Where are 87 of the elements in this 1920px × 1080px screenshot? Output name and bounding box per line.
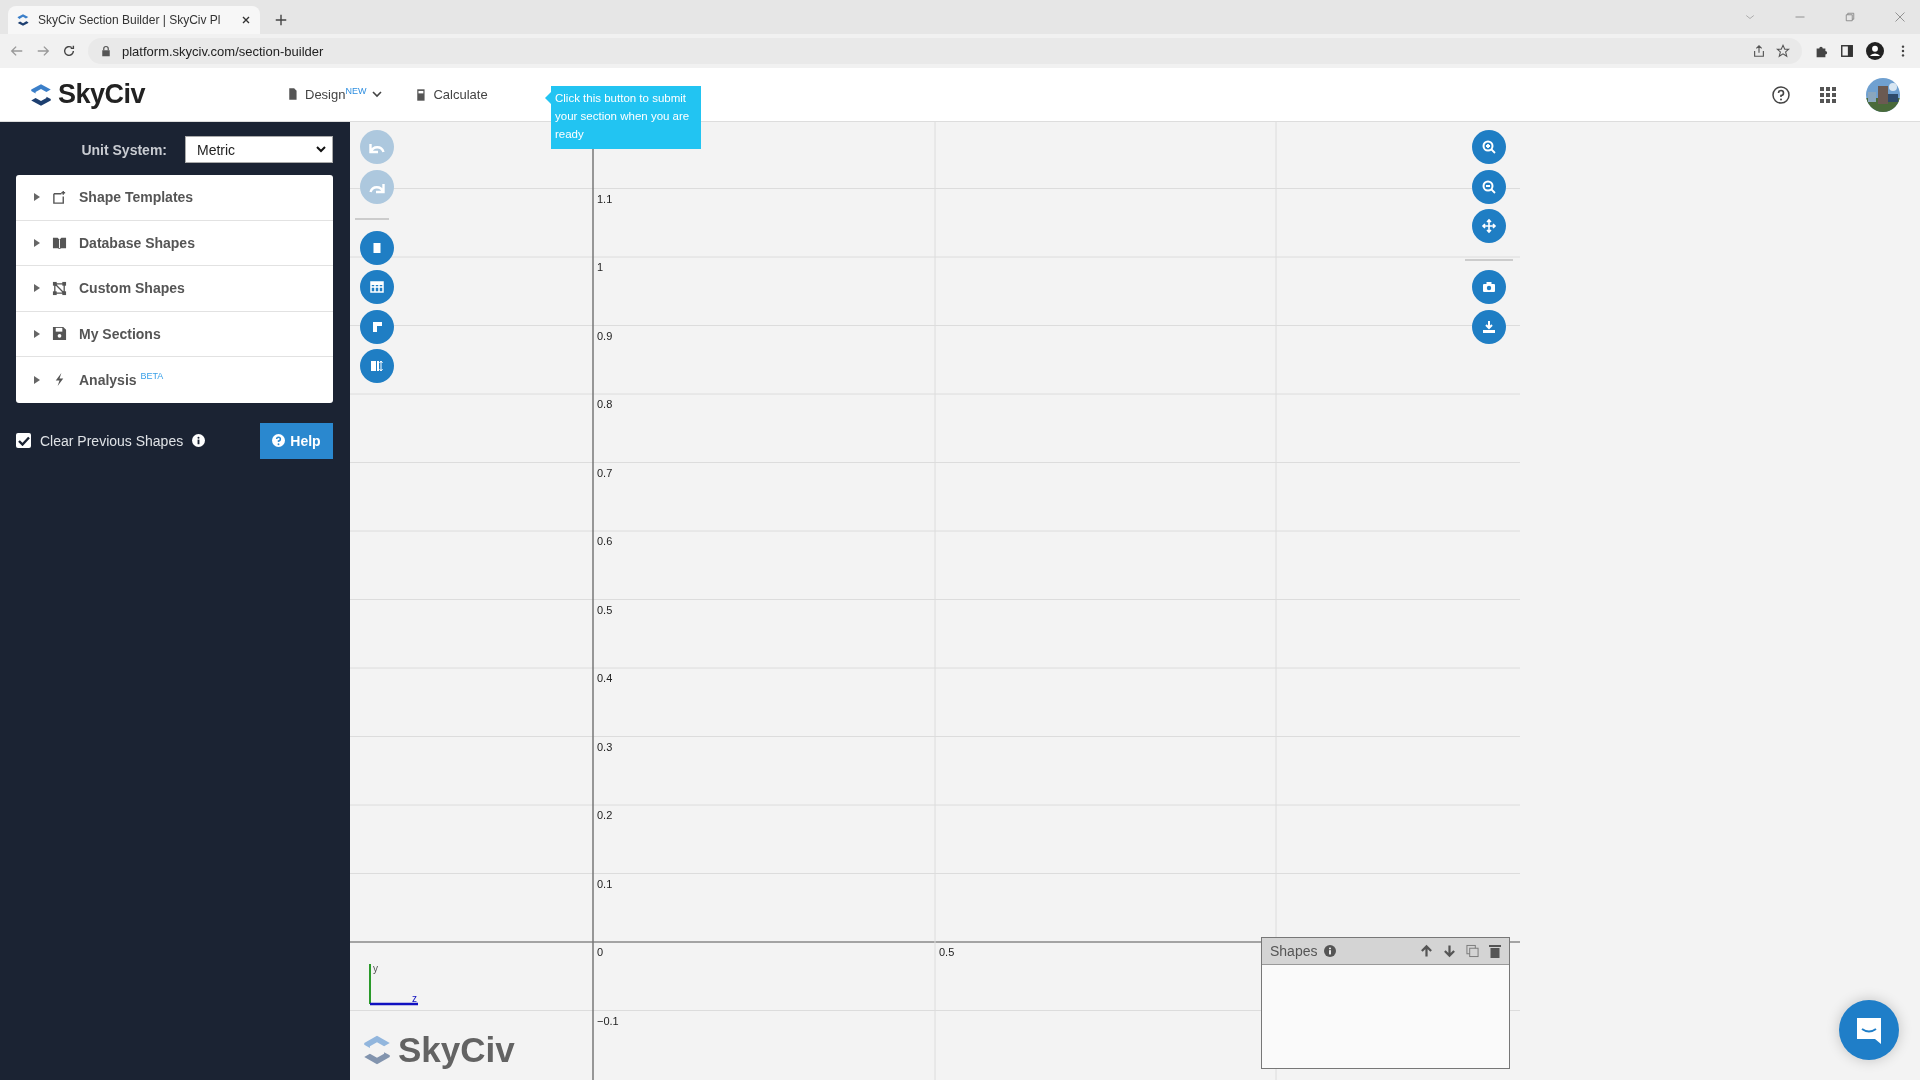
checkbox-label: Clear Previous Shapes [40,432,184,449]
accordion-item[interactable]: Database Shapes [16,220,333,266]
axis-triad-icon [368,964,418,1006]
logo-text: SkyCiv [398,1030,515,1070]
document-icon [286,87,299,102]
axis-label: 1 [597,261,604,273]
arrow-down-icon[interactable] [1443,944,1456,958]
axis-label: 0.6 [597,535,613,547]
close-icon[interactable] [240,14,252,26]
help-icon[interactable] [1772,85,1790,104]
side-panel-icon[interactable] [1840,44,1854,58]
logo-icon [16,13,30,27]
restore-icon[interactable] [1844,11,1856,23]
axis-label: 0 [597,946,604,958]
help-icon [272,434,286,447]
reload-icon[interactable] [62,44,76,58]
axis-label: 0.3 [597,740,613,753]
zoom-in-button[interactable] [1472,130,1506,164]
zoom-out-icon [1481,179,1497,195]
chat-button[interactable] [1839,1000,1899,1060]
trash-button[interactable] [360,231,394,265]
axis-label: 0.2 [597,809,613,821]
axis-label: 0.5 [597,603,613,616]
unit-select[interactable]: Metric [185,136,333,163]
accordion-label: Shape Templates [79,189,194,206]
axis-label: 1.1 [597,192,613,205]
puzzle-icon[interactable] [1814,44,1828,58]
book-icon [52,235,67,251]
profile-icon[interactable] [1866,42,1884,60]
share-icon[interactable] [1752,44,1766,58]
accordion-item[interactable]: Custom Shapes [16,266,333,312]
grid-button[interactable] [360,270,394,304]
axis-label: 0.7 [597,466,613,479]
arrow-up-icon[interactable] [1420,944,1433,958]
star-icon[interactable] [1776,44,1790,58]
accordion-item[interactable]: Shape Templates [16,175,333,221]
nav-menu[interactable]: Design$^{NEW}$ [286,86,383,103]
axis-label: 0.8 [597,398,613,410]
field-label: Unit System: [81,141,167,158]
axis-label: 0.4 [597,672,613,684]
chevron-down-icon [316,146,326,153]
checkbox[interactable] [16,433,31,448]
info-icon[interactable] [1324,945,1337,957]
accordion-label: Database Shapes [79,234,195,251]
browser-tab[interactable]: SkyCiv Section Builder | SkyCiv Pl [8,6,260,34]
logo-icon [28,81,54,108]
address-bar[interactable]: platform.skyciv.com/section-builder [88,38,1802,64]
apps-grid-icon[interactable] [1820,86,1836,103]
help-button[interactable]: Help [260,422,333,459]
zoom-in-icon [1481,139,1497,155]
flip-button[interactable] [360,349,394,383]
back-arrow-icon[interactable] [10,44,24,58]
accordion-label: Analysis $^{BETA}$ [79,371,164,389]
accordion-label: My Sections [79,325,161,342]
calculator-icon [414,87,428,102]
download-button[interactable] [1472,310,1506,344]
grid-icon [369,279,385,295]
axis-label: z [412,993,417,1004]
new-tab-icon[interactable] [274,13,288,27]
axis-label: −0.1 [597,1014,619,1027]
accordion-item[interactable]: My Sections [16,311,333,357]
pan-icon [1481,218,1497,234]
accordion-item[interactable]: Analysis $^{BETA}$ [16,357,333,403]
nav-label[interactable]: Calculate [433,87,488,102]
axis-label: y [373,963,378,974]
axis-label: 0.5 [939,946,955,958]
accordion-label: Custom Shapes [79,280,185,297]
nav-menu[interactable]: Calculate [414,87,488,102]
node-frame-icon [52,280,67,296]
forward-arrow-icon[interactable] [36,44,50,58]
camera-button[interactable] [1472,270,1506,304]
lock-icon[interactable] [100,45,112,57]
panel-title: Shapes [1270,943,1318,959]
camera-icon [1481,279,1497,295]
logo-text: SkyCiv [58,79,146,110]
download-icon [1481,319,1497,335]
axis-label: 0.9 [597,329,613,342]
nav-label[interactable]: Design$^{NEW}$ [305,86,367,103]
zoom-out-button[interactable] [1472,170,1506,204]
copy-icon[interactable] [1466,944,1479,958]
pan-button[interactable] [1472,209,1506,243]
trash-icon[interactable] [1489,944,1501,958]
chat-icon [1854,1015,1884,1045]
info-icon[interactable] [192,434,206,447]
flip-icon [369,358,385,374]
corner-shape-button[interactable] [360,310,394,344]
axis-label: 0.1 [597,877,613,890]
